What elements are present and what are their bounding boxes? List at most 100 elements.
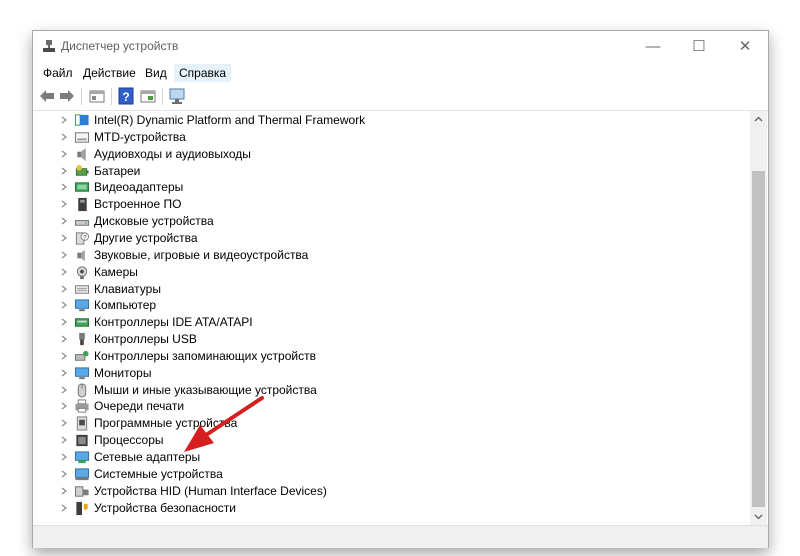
tree-item[interactable]: Камеры: [33, 264, 750, 281]
expand-chevron-icon[interactable]: [59, 115, 69, 125]
expand-chevron-icon[interactable]: [59, 401, 69, 411]
properties-icon[interactable]: [88, 87, 106, 105]
expand-chevron-icon[interactable]: [59, 233, 69, 243]
tree-item-label: Устройства HID (Human Interface Devices): [94, 483, 327, 498]
usb-icon: [79, 332, 85, 346]
tree-item-label: Очереди печати: [94, 399, 185, 414]
tree-item[interactable]: ? Другие устройства: [33, 230, 750, 247]
tree-item[interactable]: Мониторы: [33, 365, 750, 382]
sound-icon: [77, 249, 85, 261]
speaker-icon: [77, 147, 86, 161]
expand-chevron-icon[interactable]: [59, 166, 69, 176]
tree-item-label: Компьютер: [94, 298, 157, 313]
tree-item[interactable]: Устройства HID (Human Interface Devices): [33, 483, 750, 500]
expand-chevron-icon[interactable]: [59, 300, 69, 310]
tree-item-label: Камеры: [94, 264, 138, 279]
expand-chevron-icon[interactable]: [59, 334, 69, 344]
ide-controller-icon: [74, 318, 90, 327]
tree-item[interactable]: Звуковые, игровые и видеоустройства: [33, 247, 750, 264]
close-button[interactable]: ✕: [722, 31, 768, 62]
expand-chevron-icon[interactable]: [59, 418, 69, 428]
tree-item[interactable]: Мыши и иные указывающие устройства: [33, 382, 750, 399]
processor-icon: [76, 435, 88, 447]
tree-item[interactable]: Дисковые устройства: [33, 213, 750, 230]
menu-file[interactable]: Файл: [38, 64, 78, 82]
maximize-button[interactable]: ☐: [676, 31, 722, 62]
expand-chevron-icon[interactable]: [59, 351, 69, 361]
back-icon[interactable]: [38, 87, 56, 105]
device-manager-icon: [43, 40, 55, 52]
minimize-button[interactable]: —: [630, 31, 676, 62]
scrollbar-thumb[interactable]: [752, 171, 765, 507]
tree-item[interactable]: Сетевые адаптеры: [33, 449, 750, 466]
tree-item[interactable]: Компьютер: [33, 297, 750, 314]
tree-item[interactable]: Устройства безопасности: [33, 500, 750, 517]
tree-item-label: Контроллеры USB: [94, 332, 197, 347]
system-device-icon: [74, 468, 90, 480]
keyboard-icon: [74, 284, 90, 294]
tree-item-label: Устройства безопасности: [94, 500, 236, 515]
toolbar-separator: [162, 88, 163, 105]
tree-item-label: Сетевые адаптеры: [94, 450, 201, 464]
network-adapter-icon: [74, 451, 90, 464]
scroll-down-icon[interactable]: [750, 508, 767, 525]
tree-item[interactable]: Контроллеры USB: [33, 331, 750, 348]
tree-item-label: Звуковые, игровые и видеоустройства: [94, 247, 309, 262]
chip-blue-icon: [74, 114, 89, 126]
tree-item[interactable]: Аудиовходы и аудиовыходы: [33, 146, 750, 163]
software-device-icon: [76, 416, 88, 431]
tree-item-label: Программные устройства: [94, 416, 238, 431]
monitor-scan-icon[interactable]: [168, 87, 186, 105]
device-manager-window: Диспетчер устройств — ☐ ✕ Файл Действие …: [32, 30, 769, 548]
svg-text:?: ?: [83, 234, 87, 241]
scroll-up-icon[interactable]: [750, 111, 767, 128]
vertical-scrollbar[interactable]: [750, 111, 767, 525]
tree-item[interactable]: Программные устройства: [33, 415, 750, 432]
menu-help[interactable]: Справка: [174, 64, 232, 82]
expand-chevron-icon[interactable]: [59, 182, 69, 192]
expand-chevron-icon[interactable]: [59, 149, 69, 159]
tree-item[interactable]: Процессоры: [33, 432, 750, 449]
computer-icon: [74, 299, 90, 312]
window-title: Диспетчер устройств: [61, 39, 179, 53]
show-hidden-icon[interactable]: [139, 87, 157, 105]
printer-icon: [75, 399, 89, 414]
expand-chevron-icon[interactable]: [59, 216, 69, 226]
status-bar: [33, 525, 768, 548]
tree-item[interactable]: MTD-устройства: [33, 129, 750, 146]
tree-item[interactable]: Очереди печати: [33, 398, 750, 415]
tree-item[interactable]: Видеоадаптеры: [33, 179, 750, 196]
forward-icon[interactable]: [58, 87, 76, 105]
tree-item[interactable]: Контроллеры запоминающих устройств: [33, 348, 750, 365]
expand-chevron-icon[interactable]: [59, 385, 69, 395]
tree-item[interactable]: Системные устройства: [33, 466, 750, 483]
tree-item-label: Мониторы: [94, 365, 152, 380]
menu-action[interactable]: Действие: [78, 64, 141, 82]
expand-chevron-icon[interactable]: [59, 452, 69, 462]
toolbar-separator: [81, 88, 82, 105]
expand-chevron-icon[interactable]: [59, 486, 69, 496]
tree-item[interactable]: Встроенное ПО: [33, 196, 750, 213]
tree-item[interactable]: Клавиатуры: [33, 281, 750, 298]
help-icon[interactable]: ?: [117, 87, 135, 105]
expand-chevron-icon[interactable]: [59, 503, 69, 513]
expand-chevron-icon[interactable]: [59, 469, 69, 479]
tree-item-label: Контроллеры IDE ATA/ATAPI: [94, 315, 253, 330]
expand-chevron-icon[interactable]: [59, 284, 69, 294]
tree-item[interactable]: Intel(R) Dynamic Platform and Thermal Fr…: [33, 112, 750, 129]
expand-chevron-icon[interactable]: [59, 368, 69, 378]
tree-item[interactable]: Батареи: [33, 163, 750, 180]
storage-controller-icon: [74, 350, 89, 361]
menu-view[interactable]: Вид: [140, 64, 172, 82]
display-adapter-icon: [74, 182, 90, 193]
monitor-icon: [74, 367, 90, 379]
expand-chevron-icon[interactable]: [59, 132, 69, 142]
expand-chevron-icon[interactable]: [59, 250, 69, 260]
expand-chevron-icon[interactable]: [59, 435, 69, 445]
expand-chevron-icon[interactable]: [59, 199, 69, 209]
expand-chevron-icon[interactable]: [59, 267, 69, 277]
title-bar[interactable]: Диспетчер устройств — ☐ ✕: [33, 31, 768, 62]
tree-item-label: Процессоры: [94, 433, 164, 448]
tree-item[interactable]: Контроллеры IDE ATA/ATAPI: [33, 314, 750, 331]
expand-chevron-icon[interactable]: [59, 317, 69, 327]
